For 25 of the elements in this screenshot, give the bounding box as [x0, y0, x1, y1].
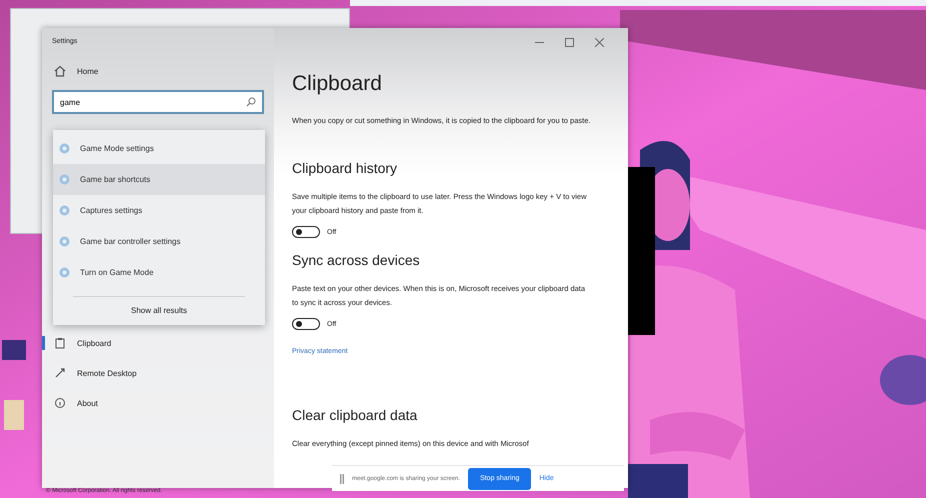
search-field[interactable]: game [52, 90, 264, 114]
toggle-switch[interactable] [292, 226, 320, 238]
about-icon [54, 397, 66, 409]
nav-item[interactable]: Remote Desktop [42, 358, 274, 388]
suggestion-item[interactable]: Game bar shortcuts [53, 164, 265, 195]
remote-icon [54, 367, 66, 379]
maximize-icon [565, 38, 574, 47]
suggestion-item[interactable]: Game Mode settings [53, 133, 265, 164]
page-title: Clipboard [292, 72, 382, 96]
nav-item[interactable]: Clipboard [42, 328, 274, 358]
home-link[interactable]: Home [52, 56, 264, 86]
close-icon [595, 38, 604, 47]
show-all-link[interactable]: Show all results [73, 296, 245, 325]
section-heading: Clear clipboard data [292, 407, 418, 423]
grip-icon [340, 474, 344, 484]
section-heading: Clipboard history [292, 160, 398, 176]
clipboard-icon [54, 337, 66, 349]
suggestion-item[interactable]: Turn on Game Mode [53, 257, 265, 288]
home-icon [54, 65, 66, 77]
search-icon [246, 97, 256, 107]
section-heading: Sync across devices [292, 252, 420, 268]
suggestion-item[interactable]: Game bar controller settings [53, 226, 265, 257]
toggle-switch[interactable] [292, 318, 320, 330]
suggestion-item[interactable]: Captures settings [53, 195, 265, 226]
nav-item[interactable]: About [42, 388, 274, 418]
